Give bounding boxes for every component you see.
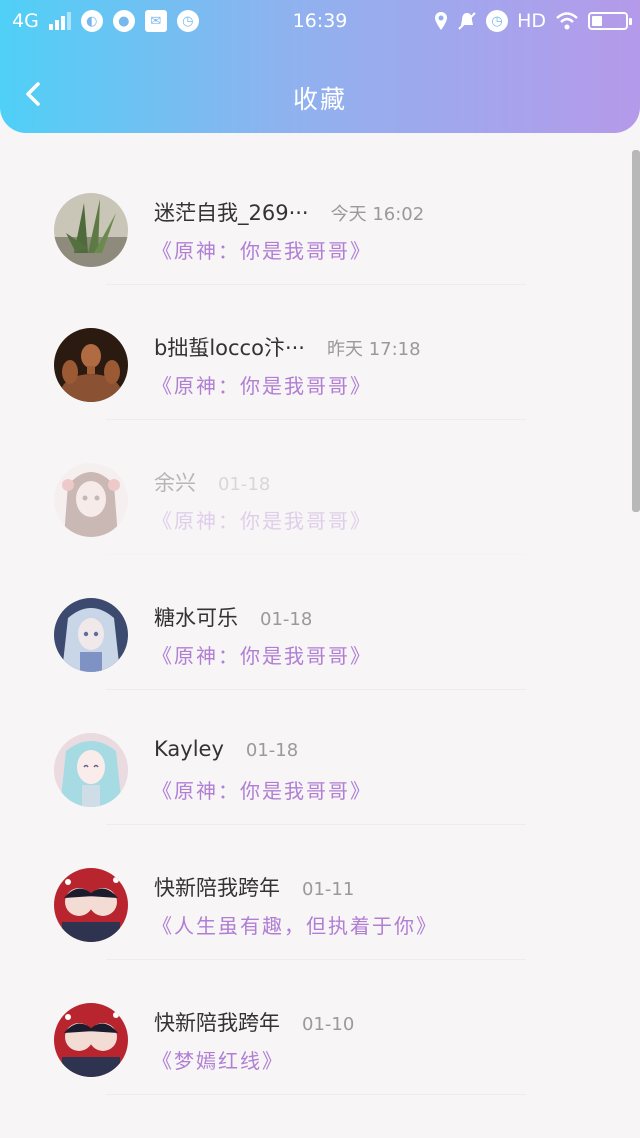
work-title[interactable]: 《人生虽有趣，但执着于你》 (152, 910, 438, 939)
favorite-item[interactable]: 快新陪我跨年 01-11 《人生虽有趣，但执着于你》 (0, 825, 640, 960)
work-title[interactable]: 《原神：你是我哥哥》 (152, 505, 372, 534)
page-title: 收藏 (292, 85, 347, 114)
user-name: 余兴 (154, 471, 196, 495)
favorite-item[interactable]: b拙蜇locco汴··· 昨天 17:18 《原神：你是我哥哥》 (0, 285, 640, 420)
avatar (54, 1003, 128, 1077)
avatar (54, 868, 128, 942)
scrollbar[interactable] (632, 150, 640, 512)
status-right: ◷ HD (434, 10, 632, 32)
timestamp: 今天 16:02 (330, 204, 425, 225)
work-title[interactable]: 《原神：你是我哥哥》 (152, 775, 372, 804)
avatar (54, 328, 128, 402)
favorites-list: 迷茫自我_269··· 今天 16:02 《原神：你是我哥哥》 b拙蜇locco… (0, 150, 640, 1095)
avatar (54, 193, 128, 267)
user-name: 快新陪我跨年 (154, 1011, 280, 1035)
user-name: b拙蜇locco汴··· (154, 336, 305, 360)
divider (106, 1094, 526, 1095)
user-name: 糖水可乐 (154, 606, 238, 630)
favorite-item[interactable]: 快新陪我跨年 01-10 《梦嫣红线》 (0, 960, 640, 1095)
timestamp: 01-10 (302, 1014, 355, 1035)
hd-indicator: HD (517, 10, 546, 32)
user-name: Kayley (154, 737, 224, 761)
user-name: 快新陪我跨年 (154, 876, 280, 900)
timestamp: 01-18 (218, 474, 271, 495)
favorite-item[interactable]: Kayley 01-18 《原神：你是我哥哥》 (0, 690, 640, 825)
work-title[interactable]: 《梦嫣红线》 (152, 1045, 284, 1074)
timestamp: 01-18 (245, 740, 299, 761)
wifi-icon (556, 12, 578, 30)
favorite-item[interactable]: 余兴 01-18 《原神：你是我哥哥》 (0, 420, 640, 555)
status-bar: 4G ◐ ● ✉ ◷ 16:39 ◷ HD (0, 0, 640, 42)
timestamp: 01-18 (260, 609, 313, 630)
user-name: 迷茫自我_269··· (154, 201, 309, 225)
timestamp: 昨天 17:18 (326, 339, 421, 360)
avatar (54, 598, 128, 672)
work-title[interactable]: 《原神：你是我哥哥》 (152, 235, 372, 264)
avatar (54, 733, 128, 807)
app-header: 4G ◐ ● ✉ ◷ 16:39 ◷ HD 收藏 (0, 0, 640, 133)
nav-bar: 收藏 (0, 62, 640, 128)
location-icon (435, 12, 448, 30)
alarm-clock-icon: ◷ (486, 10, 509, 32)
work-title[interactable]: 《原神：你是我哥哥》 (152, 640, 372, 669)
work-title[interactable]: 《原神：你是我哥哥》 (152, 370, 372, 399)
favorite-item[interactable]: 迷茫自我_269··· 今天 16:02 《原神：你是我哥哥》 (0, 150, 640, 285)
avatar (54, 463, 128, 537)
timestamp: 01-11 (302, 879, 355, 900)
mute-icon (458, 12, 476, 30)
battery-icon (588, 12, 632, 30)
favorite-item[interactable]: 糖水可乐 01-18 《原神：你是我哥哥》 (0, 555, 640, 690)
